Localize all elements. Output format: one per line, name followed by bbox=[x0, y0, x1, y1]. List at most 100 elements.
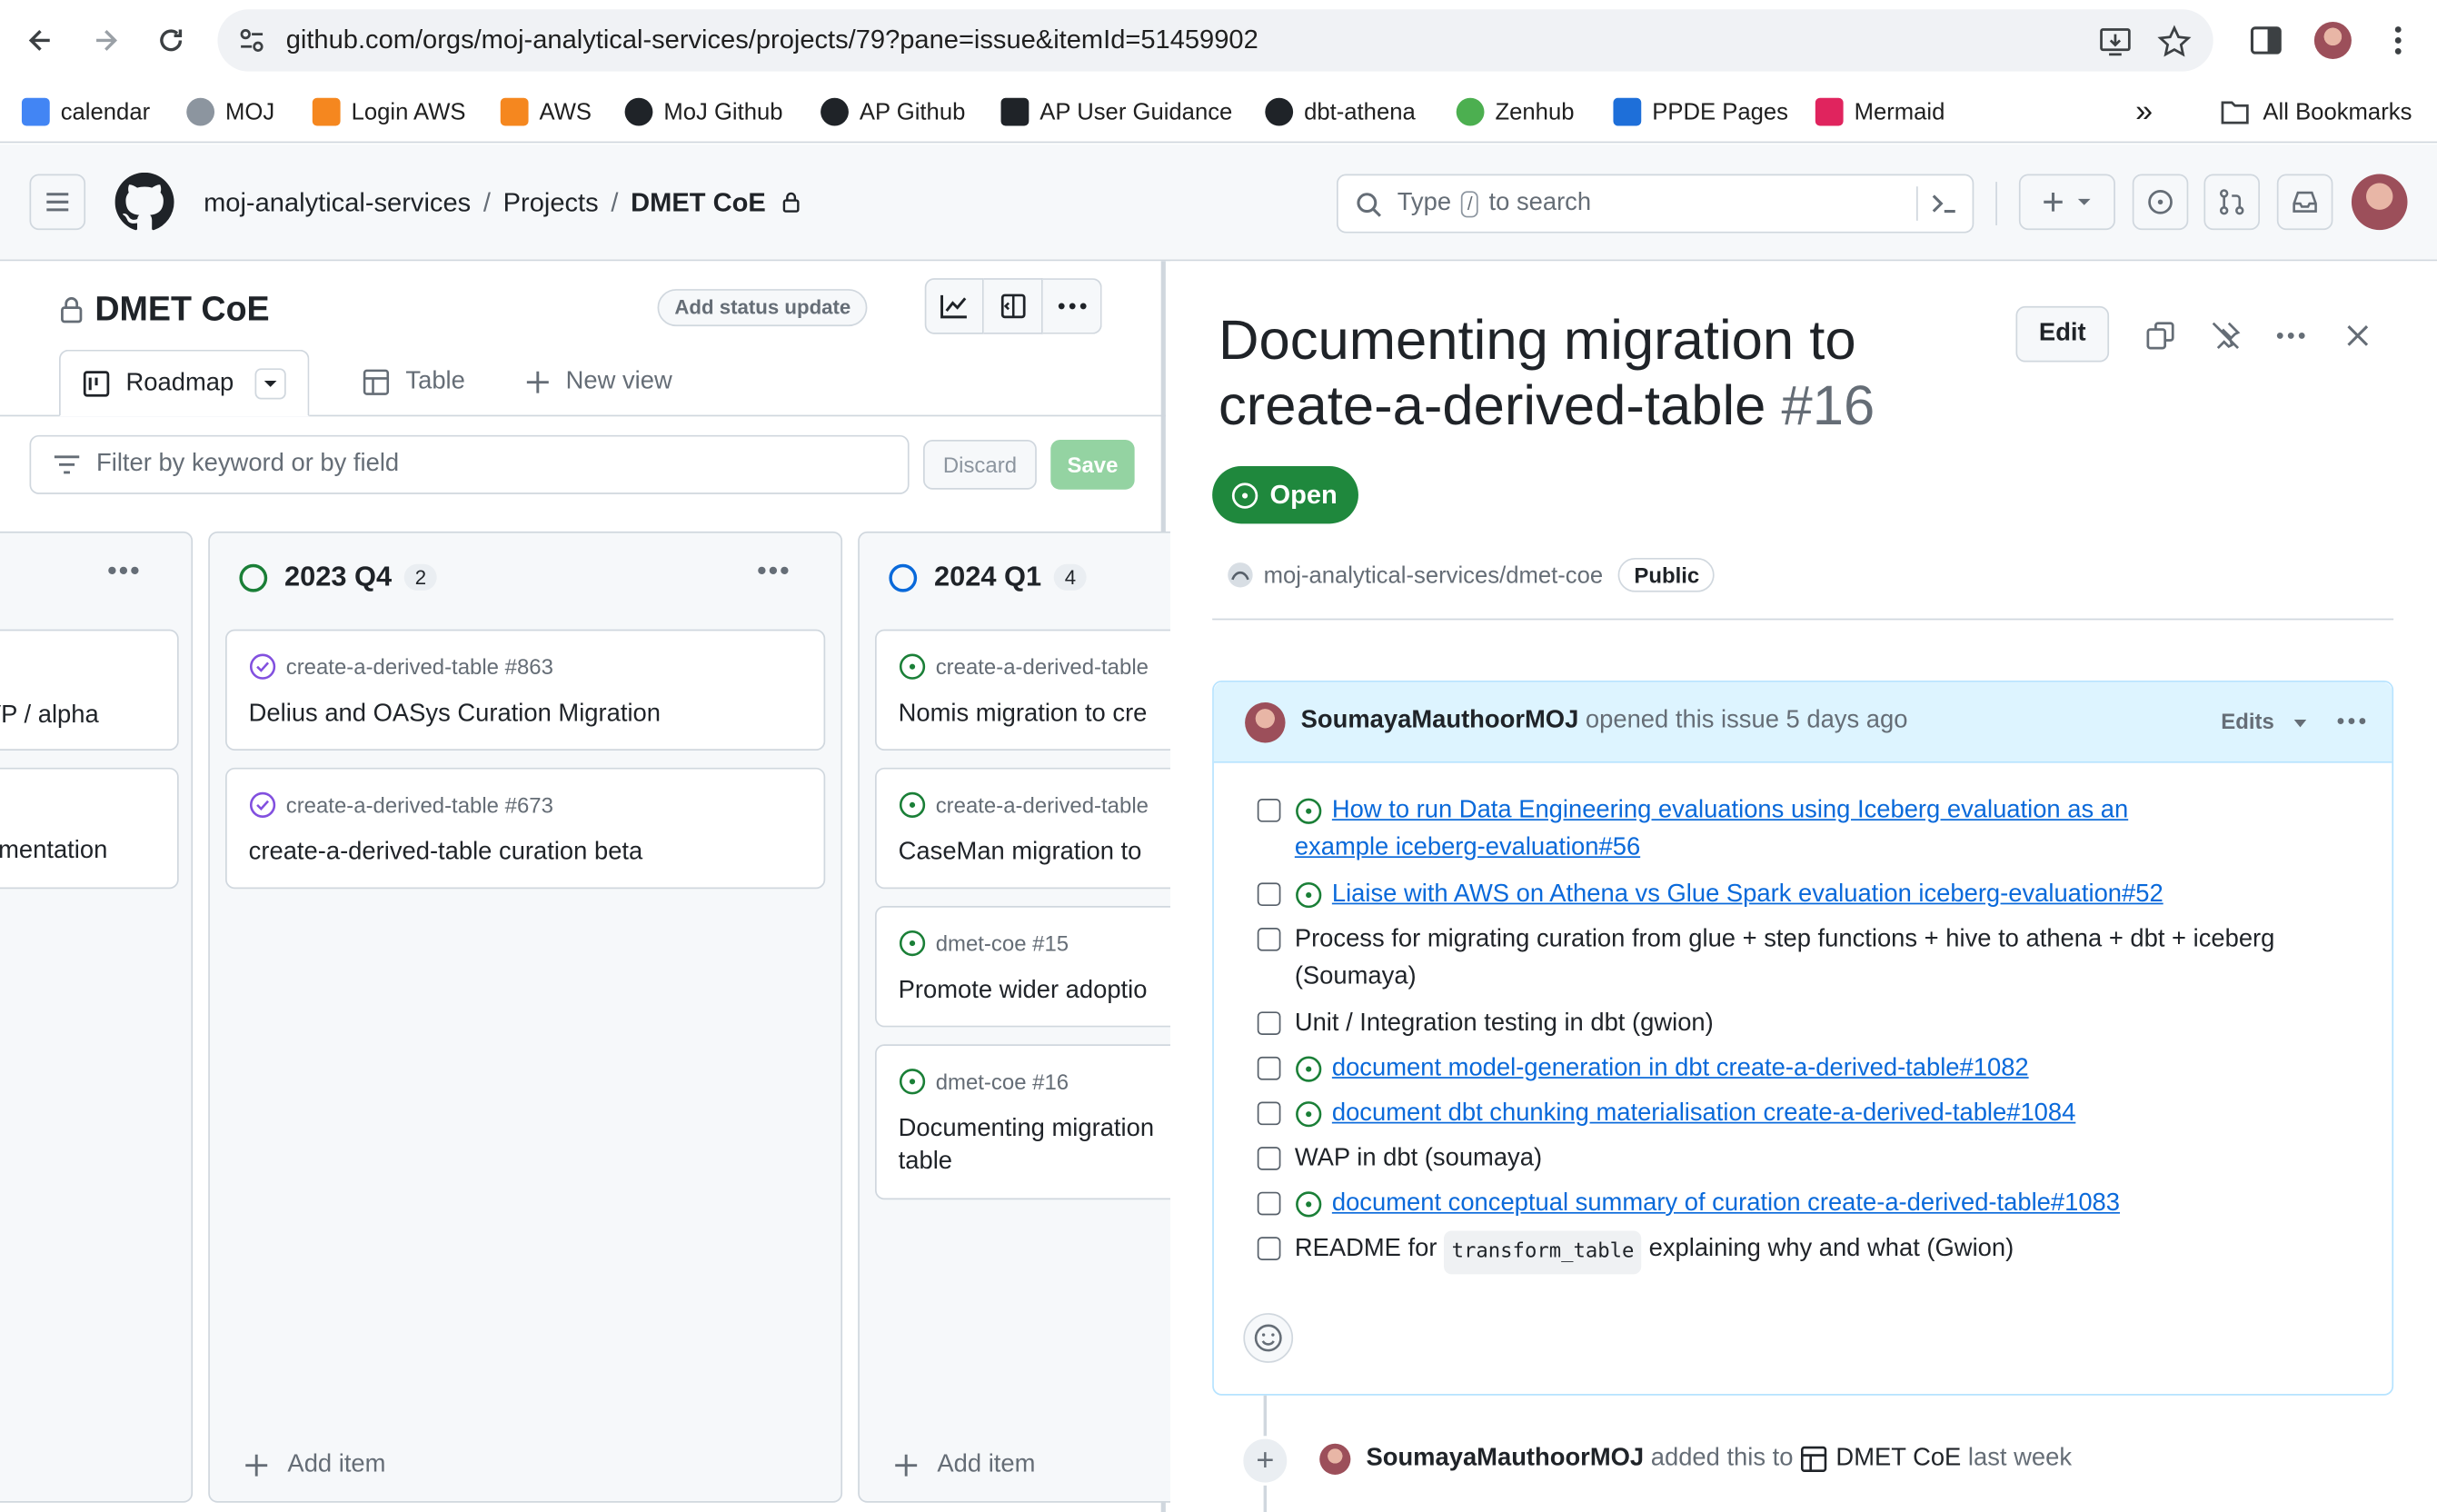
bookmark-calendar[interactable]: calendar bbox=[21, 94, 150, 131]
breadcrumb-projects[interactable]: Projects bbox=[503, 188, 599, 217]
roadmap-card[interactable]: VP / alpha bbox=[0, 629, 179, 751]
card-title[interactable]: CaseMan migration to bbox=[899, 836, 1142, 869]
comment-author[interactable]: SoumayaMauthoorMOJ bbox=[1301, 707, 1579, 733]
card-title[interactable]: Nomis migration to cre bbox=[899, 698, 1148, 731]
insights-icon[interactable] bbox=[924, 278, 984, 334]
project-title: DMET CoE bbox=[59, 289, 270, 329]
card-title[interactable]: Promote wider adoptio bbox=[899, 974, 1148, 1007]
reload-icon[interactable] bbox=[149, 19, 193, 63]
task-link[interactable]: Liaise with AWS on Athena vs Glue Spark … bbox=[1332, 877, 2163, 914]
tab-options-chevron-icon[interactable] bbox=[255, 367, 287, 399]
bookmark-aws[interactable]: AWS bbox=[500, 94, 592, 131]
task-link[interactable]: document model-generation in dbt create-… bbox=[1332, 1050, 2029, 1088]
bookmark-mermaid[interactable]: Mermaid bbox=[1815, 94, 1945, 131]
comment-menu-icon[interactable] bbox=[2336, 716, 2367, 725]
task-checkbox[interactable] bbox=[1257, 1011, 1281, 1035]
event-project[interactable]: DMET CoE bbox=[1835, 1445, 1961, 1473]
card-title[interactable]: table bbox=[899, 1145, 952, 1178]
issues-icon[interactable] bbox=[2132, 174, 2189, 231]
event-avatar[interactable] bbox=[1319, 1443, 1351, 1475]
add-item-button[interactable]: Add item bbox=[244, 1451, 385, 1479]
close-icon[interactable] bbox=[2339, 317, 2376, 354]
hamburger-menu-icon[interactable] bbox=[29, 174, 86, 231]
side-panel-toggle-icon[interactable] bbox=[983, 278, 1043, 334]
bookmark-label: PPDE Pages bbox=[1652, 98, 1788, 125]
edits-dropdown[interactable]: Edits bbox=[2221, 709, 2308, 733]
task-checkbox[interactable] bbox=[1257, 927, 1281, 951]
bookmark-star-icon[interactable] bbox=[2157, 25, 2192, 59]
task-checkbox[interactable] bbox=[1257, 1056, 1281, 1080]
repository-name[interactable]: moj-analytical-services/dmet-coe bbox=[1264, 562, 1604, 588]
site-settings-icon[interactable] bbox=[236, 25, 267, 55]
save-button[interactable]: Save bbox=[1050, 439, 1135, 490]
url-text: github.com/orgs/moj-analytical-services/… bbox=[285, 25, 1258, 55]
project-menu-icon[interactable] bbox=[1042, 278, 1102, 334]
search-input[interactable]: Type / to search bbox=[1336, 174, 1974, 234]
task-link[interactable]: document conceptual summary of curation … bbox=[1332, 1186, 2120, 1223]
github-logo-icon[interactable] bbox=[114, 172, 174, 232]
column-count: 2 bbox=[403, 563, 438, 591]
event-author[interactable]: SoumayaMauthoorMOJ bbox=[1366, 1445, 1644, 1473]
task-checkbox[interactable] bbox=[1257, 1147, 1281, 1170]
user-avatar[interactable] bbox=[2351, 174, 2408, 231]
side-panel-icon[interactable] bbox=[2249, 24, 2283, 58]
task-checkbox[interactable] bbox=[1257, 882, 1281, 907]
task-checkbox[interactable] bbox=[1257, 799, 1281, 822]
more-bookmarks-icon[interactable]: » bbox=[2135, 94, 2153, 131]
bookmark-zenhub[interactable]: Zenhub bbox=[1456, 94, 1574, 131]
bookmark-moj-github[interactable]: MoJ Github bbox=[624, 94, 783, 131]
forward-icon[interactable] bbox=[84, 19, 127, 63]
roadmap-card[interactable]: umentation bbox=[0, 767, 179, 890]
author-avatar[interactable] bbox=[1245, 702, 1286, 743]
install-app-icon[interactable] bbox=[2098, 25, 2133, 59]
unpin-icon[interactable] bbox=[2207, 317, 2244, 354]
task-checkbox[interactable] bbox=[1257, 1101, 1281, 1126]
filter-input[interactable]: Filter by keyword or by field bbox=[29, 434, 910, 494]
new-view-button[interactable]: New view bbox=[525, 348, 672, 416]
bookmark-dbt-athena[interactable]: dbt-athena bbox=[1265, 94, 1416, 131]
discard-button[interactable]: Discard bbox=[923, 439, 1037, 490]
task-link[interactable]: example iceberg-evaluation#56 bbox=[1295, 830, 1640, 867]
roadmap-card[interactable]: create-a-derived-table #673 create-a-der… bbox=[225, 767, 826, 890]
task-link[interactable]: How to run Data Engineering evaluations … bbox=[1332, 792, 2128, 830]
create-new-button[interactable] bbox=[2018, 174, 2115, 231]
breadcrumb-org[interactable]: moj-analytical-services bbox=[204, 188, 471, 217]
pull-requests-icon[interactable] bbox=[2203, 174, 2261, 231]
add-status-update-button[interactable]: Add status update bbox=[657, 289, 869, 327]
copy-link-icon[interactable] bbox=[2142, 317, 2179, 354]
column-menu-icon[interactable]: ••• bbox=[107, 555, 141, 588]
add-reaction-icon[interactable] bbox=[1243, 1313, 1294, 1363]
tab-table[interactable]: Table bbox=[363, 348, 465, 416]
card-title[interactable]: umentation bbox=[0, 834, 107, 867]
inbox-icon[interactable] bbox=[2276, 174, 2333, 231]
roadmap-card[interactable]: create-a-derived-table #863 Delius and O… bbox=[225, 629, 826, 751]
task-checkbox[interactable] bbox=[1257, 1191, 1281, 1216]
add-item-button[interactable]: Add item bbox=[894, 1451, 1035, 1479]
bookmark-login-aws[interactable]: Login AWS bbox=[312, 94, 466, 131]
card-title[interactable]: Delius and OASys Curation Migration bbox=[249, 698, 661, 731]
search-text: to search bbox=[1488, 189, 1592, 216]
bookmark-ppde-pages[interactable]: PPDE Pages bbox=[1613, 94, 1788, 131]
column-menu-icon[interactable]: ••• bbox=[757, 555, 791, 588]
visibility-badge: Public bbox=[1618, 557, 1716, 592]
command-palette-icon[interactable] bbox=[1930, 191, 1958, 215]
folder-icon bbox=[2221, 101, 2249, 124]
task-link[interactable]: document dbt chunking materialisation cr… bbox=[1332, 1096, 2075, 1133]
address-bar[interactable]: github.com/orgs/moj-analytical-services/… bbox=[217, 9, 2213, 72]
task-checkbox[interactable] bbox=[1257, 1237, 1281, 1260]
bookmark-ap-user-guidance[interactable]: AP User Guidance bbox=[1000, 94, 1232, 131]
browser-menu-icon[interactable] bbox=[2382, 24, 2413, 58]
card-title[interactable]: Documenting migration bbox=[899, 1112, 1154, 1145]
issue-menu-icon[interactable] bbox=[2273, 317, 2310, 354]
issue-open-icon bbox=[1296, 1056, 1322, 1082]
profile-avatar[interactable] bbox=[2313, 21, 2352, 59]
bookmark-ap-github[interactable]: AP Github bbox=[821, 94, 965, 131]
card-title[interactable]: VP / alpha bbox=[0, 700, 99, 732]
breadcrumb-project[interactable]: DMET CoE bbox=[631, 188, 766, 217]
all-bookmarks[interactable]: All Bookmarks bbox=[2220, 94, 2412, 131]
edit-button[interactable]: Edit bbox=[2015, 305, 2110, 363]
card-title[interactable]: create-a-derived-table curation beta bbox=[249, 836, 643, 869]
back-icon[interactable] bbox=[19, 19, 63, 63]
tab-roadmap[interactable]: Roadmap bbox=[58, 349, 311, 417]
bookmark-moj[interactable]: MOJ bbox=[186, 94, 274, 131]
